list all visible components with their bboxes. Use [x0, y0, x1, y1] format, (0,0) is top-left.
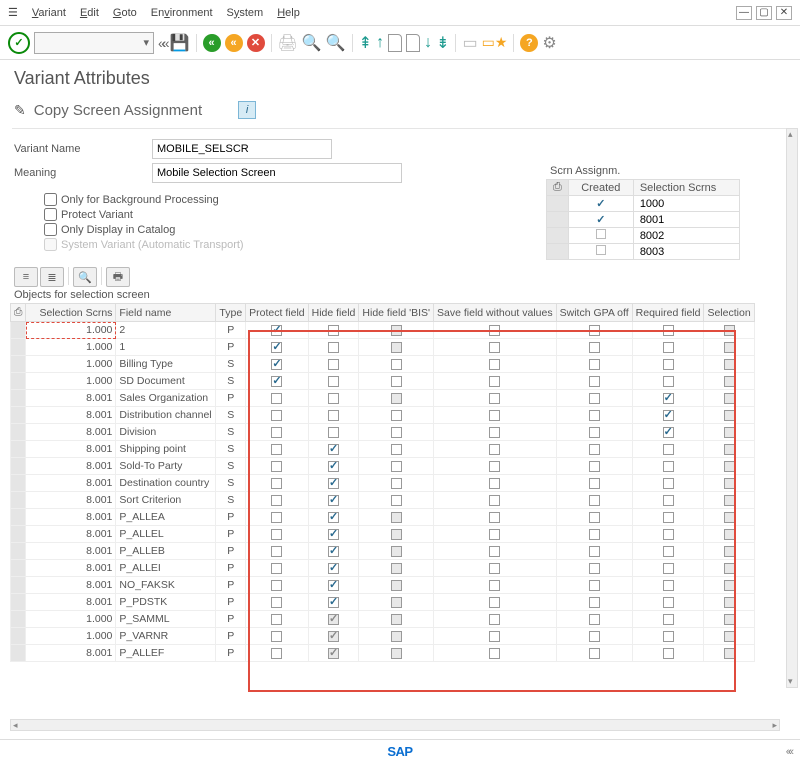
find-icon: 🔍 [302, 33, 322, 53]
last-page-icon[interactable]: ⇟ [436, 33, 449, 53]
table-row[interactable]: 8.001 Sort Criterion S [11, 492, 755, 509]
screen-assignment-panel: Scrn Assignm. ⎙CreatedSelection Scrns ✓1… [546, 165, 746, 260]
next-page-icon[interactable]: ↓ [424, 34, 432, 52]
exit-circle-icon[interactable]: « [225, 34, 243, 52]
new-session-icon[interactable]: ▭ [462, 33, 477, 53]
print-icon-2[interactable]: 🖶 [106, 267, 130, 287]
table-row[interactable]: 8.001 P_ALLEI P [11, 560, 755, 577]
table-row[interactable]: 8.001 Distribution channel S [11, 407, 755, 424]
back-circle-icon[interactable]: « [203, 34, 221, 52]
first-page-icon[interactable]: ⇞ [359, 33, 372, 53]
meaning-input[interactable] [152, 163, 402, 183]
table-row[interactable]: 8.001 P_ALLEF P [11, 645, 755, 662]
screen-assign-row[interactable]: ✓8001 [547, 212, 740, 228]
deselect-all-icon[interactable]: ≣ [40, 267, 64, 287]
enter-icon[interactable]: ✓ [8, 32, 30, 54]
table-row[interactable]: 8.001 Division S [11, 424, 755, 441]
menu-icon[interactable]: ☰ [8, 6, 18, 19]
back-icon[interactable]: «« [158, 35, 166, 51]
page-icon-2[interactable] [406, 34, 420, 52]
vertical-scrollbar[interactable] [786, 128, 798, 688]
page-title: Variant Attributes [0, 60, 800, 97]
table-row[interactable]: 8.001 P_ALLEL P [11, 526, 755, 543]
shortcut-icon[interactable]: ▭★ [482, 34, 508, 51]
table-row[interactable]: 1.000 P_SAMML P [11, 611, 755, 628]
find-next-icon: 🔍 [326, 33, 346, 53]
minimize-button[interactable]: — [736, 6, 752, 20]
menu-help[interactable]: Help [277, 7, 300, 19]
horizontal-scrollbar[interactable]: ◂▸ [10, 719, 780, 731]
meaning-label: Meaning [14, 167, 144, 179]
cancel-circle-icon[interactable]: ✕ [247, 34, 265, 52]
help-icon[interactable]: ? [520, 34, 538, 52]
menu-goto[interactable]: Goto [113, 7, 137, 19]
table-row[interactable]: 1.000 P_VARNR P [11, 628, 755, 645]
toolbar: ✓ «« 💾 « « ✕ 🖨 🔍 🔍 ⇞ ↑ ↓ ⇟ ▭ ▭★ ? ⚙ [0, 26, 800, 60]
close-button[interactable]: ✕ [776, 6, 792, 20]
table-row[interactable]: 8.001 Shipping point S [11, 441, 755, 458]
sap-logo: SAP [387, 744, 412, 759]
collapse-icon[interactable]: «« [786, 746, 790, 758]
table-row[interactable]: 8.001 P_ALLEA P [11, 509, 755, 526]
menu-edit[interactable]: Edit [80, 7, 99, 19]
table-row[interactable]: 1.000 SD Document S [11, 373, 755, 390]
copy-screen-label[interactable]: Copy Screen Assignment [34, 102, 202, 119]
table-row[interactable]: 1.000 Billing Type S [11, 356, 755, 373]
variant-name-input[interactable] [152, 139, 332, 159]
screen-assign-row[interactable]: ✓1000 [547, 196, 740, 212]
command-field[interactable] [34, 32, 154, 54]
table-row[interactable]: 8.001 Sales Organization P [11, 390, 755, 407]
menu-environment[interactable]: Environment [151, 7, 213, 19]
info-icon[interactable]: i [238, 101, 256, 119]
table-row[interactable]: 8.001 Sold-To Party S [11, 458, 755, 475]
menu-variant[interactable]: Variant [32, 7, 66, 19]
table-row[interactable]: 1.000 2 P [11, 322, 755, 339]
table-row[interactable]: 8.001 NO_FAKSK P [11, 577, 755, 594]
screen-assign-row[interactable]: 8002 [547, 228, 740, 244]
variant-name-label: Variant Name [14, 143, 144, 155]
pencil-icon[interactable]: ✎ [14, 102, 26, 119]
save-icon[interactable]: 💾 [170, 33, 190, 53]
screen-assign-row[interactable]: 8003 [547, 244, 740, 260]
select-all-icon[interactable]: ≡ [14, 267, 38, 287]
settings-icon[interactable]: ⚙ [542, 33, 556, 53]
table-row[interactable]: 8.001 P_ALLEB P [11, 543, 755, 560]
objects-label: Objects for selection screen [0, 287, 800, 303]
table-row[interactable]: 8.001 Destination country S [11, 475, 755, 492]
maximize-button[interactable]: ▢ [756, 6, 772, 20]
page-icon[interactable] [388, 34, 402, 52]
find-icon-2[interactable]: 🔍 [73, 267, 97, 287]
prev-page-icon[interactable]: ↑ [376, 34, 384, 52]
table-row[interactable]: 8.001 P_PDSTK P [11, 594, 755, 611]
selection-screen-table[interactable]: ⎙ Selection Scrns Field name Type Protec… [10, 303, 755, 662]
print-icon: 🖨 [278, 33, 298, 53]
table-row[interactable]: 1.000 1 P [11, 339, 755, 356]
menu-system[interactable]: System [227, 7, 264, 19]
